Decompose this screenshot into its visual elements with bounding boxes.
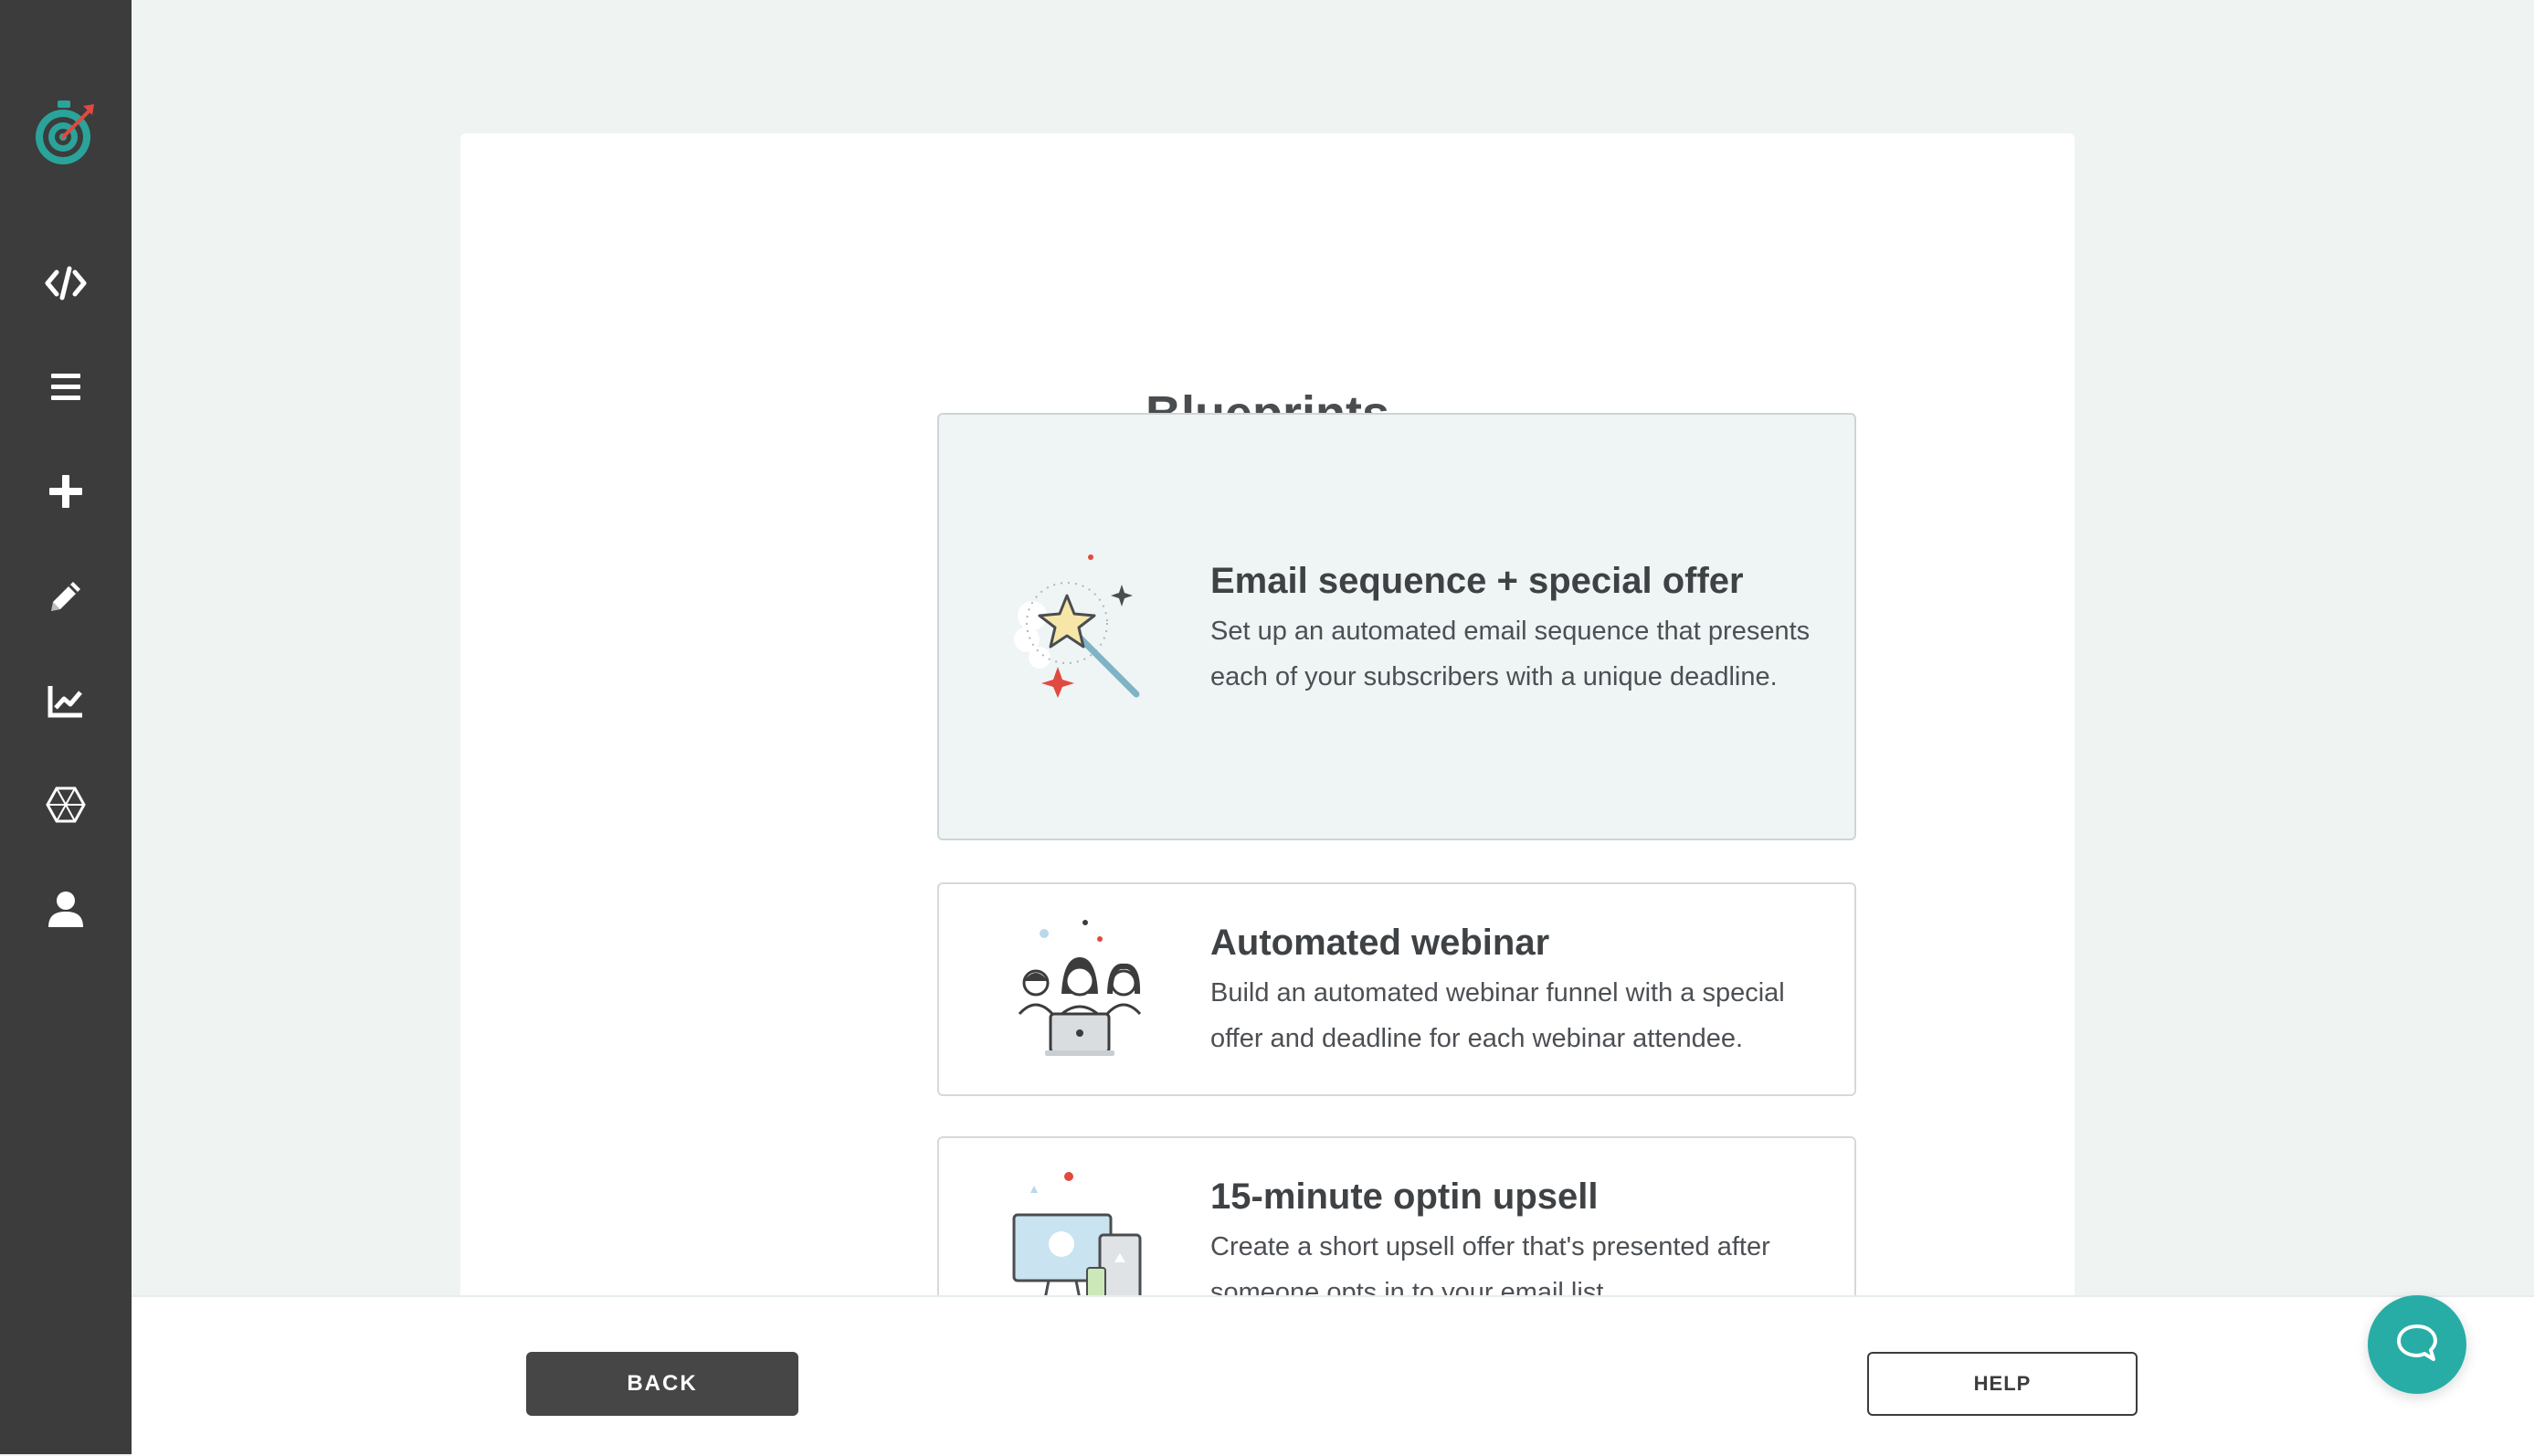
- blueprint-title: 15-minute optin upsell: [1210, 1176, 1599, 1217]
- chat-launcher-button[interactable]: [2368, 1295, 2466, 1394]
- menu-icon[interactable]: [33, 354, 99, 420]
- blueprint-description: Create a short upsell offer that's prese…: [1210, 1232, 1770, 1295]
- main-content: Blueprints Email sequence + special offe…: [132, 0, 2534, 1295]
- blueprint-title: Automated webinar: [1210, 923, 1550, 963]
- plus-icon[interactable]: [33, 459, 99, 524]
- sidebar: [0, 0, 132, 1454]
- blueprint-card-email-sequence[interactable]: Email sequence + special offer Set up an…: [937, 413, 1856, 840]
- target-stopwatch-logo-icon[interactable]: [30, 99, 98, 166]
- blueprint-card-optin-upsell[interactable]: 15-minute optin upsell Create a short up…: [937, 1136, 1856, 1295]
- footer-bar: BACK HELP: [132, 1295, 2534, 1456]
- user-icon[interactable]: [33, 876, 99, 942]
- integrations-icon[interactable]: [33, 772, 99, 838]
- blueprint-description: Build an automated webinar funnel with a…: [1210, 978, 1785, 1053]
- code-icon[interactable]: [33, 250, 99, 316]
- help-button[interactable]: HELP: [1867, 1352, 2138, 1416]
- magic-wand-illustration: [1012, 552, 1149, 698]
- blueprint-card-automated-webinar[interactable]: Automated webinar Build an automated web…: [937, 882, 1856, 1096]
- blueprint-description: Set up an automated email sequence that …: [1210, 617, 1811, 691]
- devices-illustration: [1012, 1171, 1149, 1295]
- chat-bubble-icon: [2393, 1319, 2441, 1371]
- blueprint-title: Email sequence + special offer: [1210, 561, 1744, 601]
- chart-icon[interactable]: [33, 668, 99, 733]
- webinar-audience-illustration: [1012, 917, 1149, 1063]
- back-button[interactable]: BACK: [526, 1352, 798, 1416]
- pencil-icon[interactable]: [33, 564, 99, 629]
